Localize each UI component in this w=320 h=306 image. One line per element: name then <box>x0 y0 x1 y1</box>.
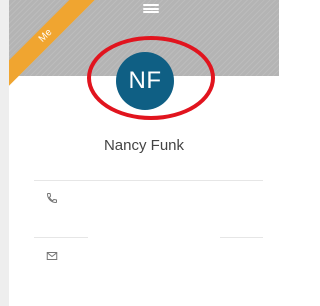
contact-card: Me NF Nancy Funk <box>9 0 279 306</box>
phone-icon[interactable] <box>46 192 58 204</box>
divider <box>220 237 263 238</box>
me-ribbon: Me <box>9 0 109 100</box>
left-panel-edge <box>0 0 9 306</box>
contact-card-page: Me NF Nancy Funk <box>0 0 279 306</box>
envelope-icon[interactable] <box>46 250 58 262</box>
drag-handle-icon[interactable] <box>143 4 159 13</box>
contact-name: Nancy Funk <box>103 137 185 154</box>
divider <box>34 237 88 238</box>
avatar: NF <box>116 52 174 110</box>
me-ribbon-label: Me <box>9 0 106 96</box>
divider <box>34 180 263 181</box>
